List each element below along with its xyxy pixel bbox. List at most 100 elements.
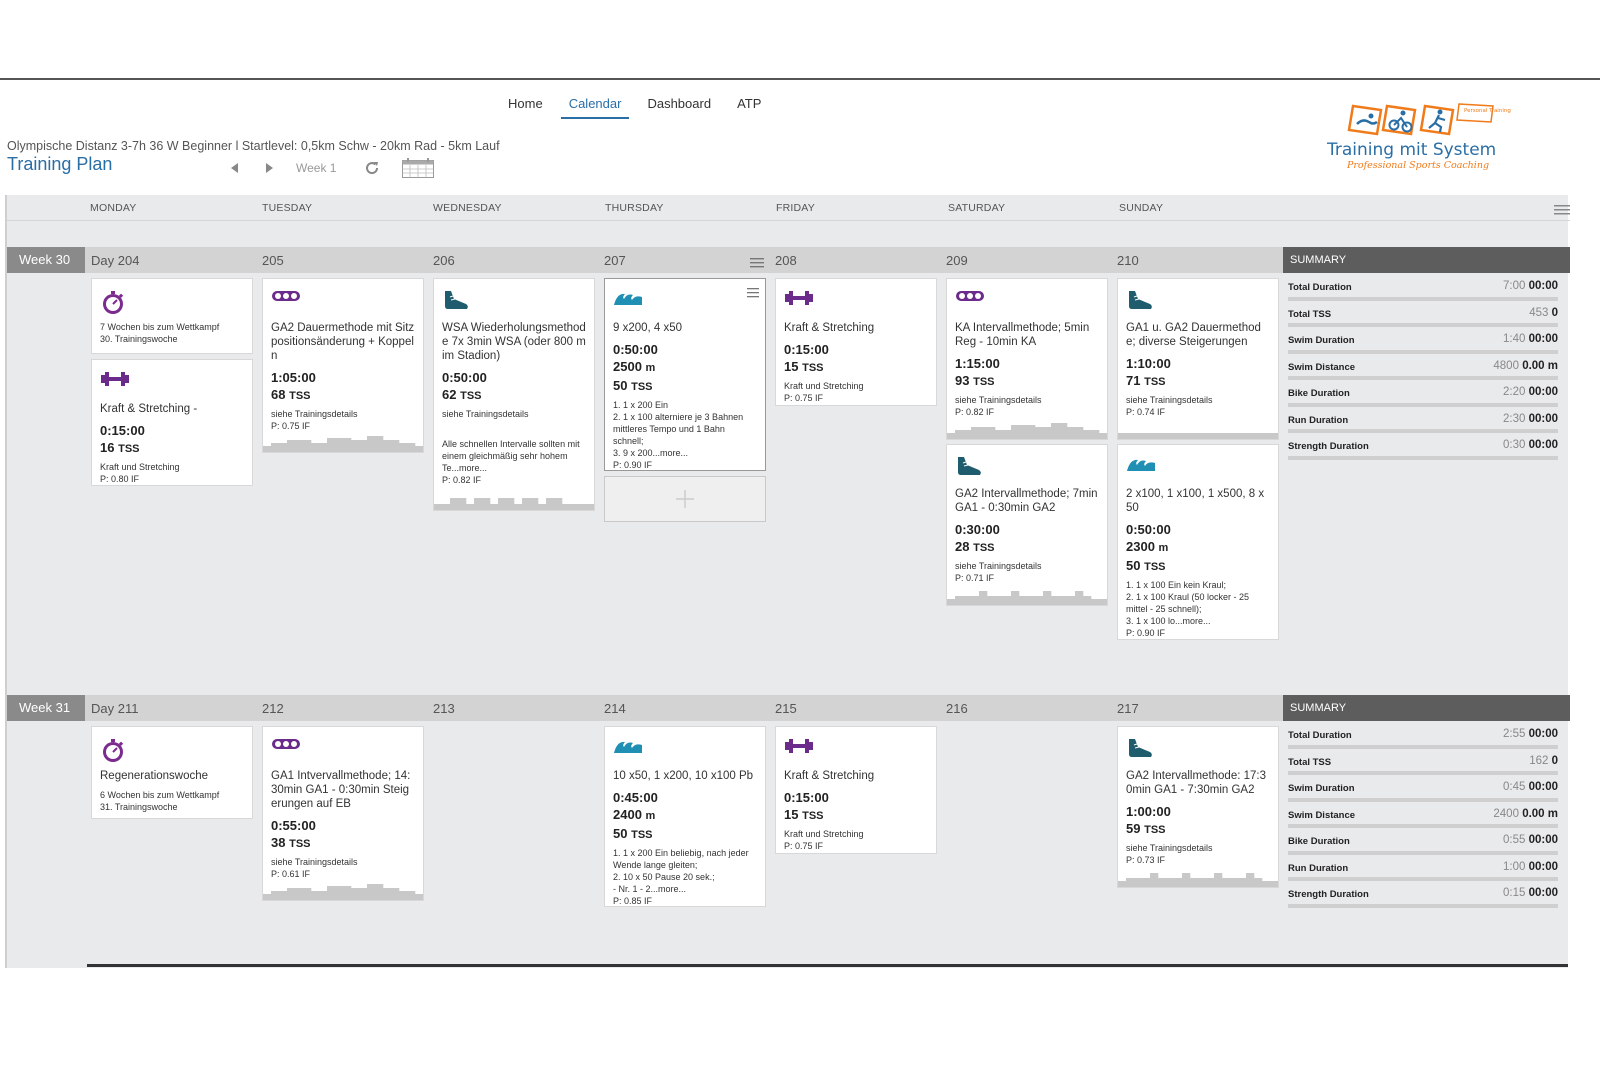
summary-row: Strength Duration 0:15 00:00 (1288, 884, 1558, 911)
profile-segment (947, 599, 956, 605)
profile-segment (963, 430, 972, 439)
profile-segment (343, 886, 352, 900)
workout-duration: 1:15:00 (955, 356, 1000, 371)
workout-card-swim[interactable]: 9 x200, 4 x50 0:50:00 2500 m 50 TSS 1. 1 x 2… (604, 278, 766, 471)
weekday-saturday: SATURDAY (948, 202, 1006, 214)
weekday-header: MONDAY TUESDAY WEDNESDAY THURSDAY FRIDAY… (7, 195, 1570, 221)
profile-segment (458, 498, 467, 510)
nav-home[interactable]: Home (500, 96, 551, 119)
profile-segment (1254, 433, 1263, 439)
summary-actual: 0.00 m (1522, 807, 1558, 820)
calendar-picker-button[interactable] (402, 158, 435, 178)
workout-card-run[interactable]: WSA Wiederholungsmethode 7x 3min WSA (od… (433, 278, 595, 511)
profile-segment (311, 891, 320, 900)
workout-description: siehe Trainingsdetails (271, 857, 358, 867)
nav-atp[interactable]: ATP (729, 96, 769, 119)
summary-row: Run Duration 2:30 00:00 (1288, 410, 1558, 437)
workout-card-run[interactable]: GA2 Intervallmethode: 17:30min GA1 - 7:3… (1117, 726, 1279, 888)
workout-duration: 0:15:00 (784, 790, 829, 805)
workout-card-bike[interactable]: KA Intervallmethode; 5min Reg - 10min KA… (946, 278, 1108, 440)
add-workout-slot[interactable] (604, 476, 766, 522)
hamburger-icon (750, 258, 764, 268)
day-number: 216 (946, 701, 968, 716)
tss-value: 71 (1126, 373, 1141, 388)
header-divider (0, 78, 1600, 80)
tss-unit: TSS (802, 362, 824, 374)
profile-segment (303, 888, 312, 900)
profile-segment (1190, 433, 1199, 439)
stopwatch-icon (100, 289, 130, 314)
profile-segment (1222, 878, 1231, 887)
summary-value: 453 0 (1529, 307, 1558, 319)
logo-graphic: Personal Training Training mit System Pr… (1326, 103, 1511, 171)
profile-segment (1246, 873, 1255, 887)
workout-description: siehe Trainingsdetails (955, 561, 1042, 571)
summary-progress-bar (1288, 877, 1558, 881)
summary-row: Bike Duration 0:55 00:00 (1288, 831, 1558, 858)
dumbbell-icon (100, 370, 130, 392)
workout-title: GA1 Intvervallmethode; 14:30min GA1 - 0:… (271, 770, 411, 810)
summary-actual: 0.00 m (1522, 359, 1558, 372)
summary-value: 2:20 00:00 (1503, 386, 1558, 398)
day-number: 210 (1117, 253, 1139, 268)
workout-card-run[interactable]: GA2 Intervallmethode; 7min GA1 - 0:30min… (946, 444, 1108, 606)
summary-planned: 453 (1529, 306, 1549, 319)
summary-actual: 00:00 (1528, 439, 1558, 451)
profile-segment (995, 430, 1004, 439)
intensity-factor: P: 0.85 IF (613, 896, 653, 906)
bike-chain-icon (271, 737, 301, 759)
card-menu-button[interactable] (747, 285, 759, 298)
summary-planned: 2:30 (1502, 412, 1526, 425)
workout-card-bike[interactable]: GA1 Intvervallmethode; 14:30min GA1 - 0:… (262, 726, 424, 901)
workout-description: siehe Trainingsdetails (1126, 395, 1213, 405)
profile-segment (947, 433, 956, 439)
weekday-tuesday: TUESDAY (262, 202, 313, 214)
workout-card-swim[interactable]: 2 x100, 1 x100, 1 x500, 8 x 50 0:50:00 230… (1117, 444, 1279, 640)
intensity-factor: P: 0.80 IF (100, 474, 140, 484)
summary-planned: 1:40 (1502, 333, 1526, 345)
refresh-button[interactable] (364, 160, 380, 176)
profile-segment (1230, 878, 1239, 887)
summary-planned: 0:15 (1502, 887, 1526, 899)
workout-title: Kraft & Stretching - (100, 403, 198, 415)
profile-segment (522, 498, 531, 510)
profile-segment (1134, 433, 1143, 439)
profile-segment (319, 891, 328, 900)
summary-progress-bar (1288, 903, 1558, 908)
day-number: 212 (262, 701, 284, 716)
workout-tss: 16 TSS (100, 439, 244, 458)
calendar-menu-button[interactable] (1554, 203, 1570, 215)
profile-segment (1043, 427, 1052, 439)
profile-segment (1206, 878, 1215, 887)
caret-left-icon (231, 163, 238, 173)
summary-progress-bar (1288, 349, 1558, 354)
tss-unit: TSS (973, 376, 995, 388)
next-week-button[interactable] (262, 161, 276, 175)
workout-card-run[interactable]: GA1 u. GA2 Dauermethode; diverse Steiger… (1117, 278, 1279, 440)
workout-description: 1. 1 x 100 Ein kein Kraul; 2. 1 x 100 Kr… (1126, 580, 1250, 626)
workout-card-event[interactable]: 7 Wochen bis zum Wettkampf 30. Trainings… (91, 278, 253, 354)
workout-card-strength[interactable]: Kraft & Stretching 0:15:00 15 TSS Kraft und… (775, 278, 937, 406)
workout-card-bike[interactable]: GA2 Dauermethode mit Sitzpositionsänderu… (262, 278, 424, 453)
profile-segment (1190, 878, 1199, 887)
day-menu-button[interactable] (750, 255, 764, 268)
workout-card-event[interactable]: Regenerationswoche 6 Wochen bis zum Wettk… (91, 726, 253, 819)
summary-label: Total TSS (1288, 756, 1332, 768)
profile-segment (415, 446, 423, 452)
summary-progress-bar (1288, 850, 1558, 855)
summary-value: 1:40 00:00 (1503, 333, 1558, 345)
workout-tss: 62 TSS (442, 386, 586, 405)
workout-card-strength[interactable]: Kraft & Stretching -0:15:00 16 TSS Kraft u… (91, 359, 253, 486)
intensity-factor: P: 0.61 IF (271, 869, 311, 879)
workout-duration: 0:50:00 (1126, 522, 1171, 537)
previous-week-button[interactable] (228, 161, 242, 175)
week-bar: Week 31 Day 211 212 213 214 215 216 217 SUMMARY (7, 695, 1570, 721)
nav-calendar[interactable]: Calendar (560, 96, 630, 119)
workout-card-strength[interactable]: Kraft & Stretching 0:15:00 15 TSS Kraft und… (775, 726, 937, 854)
nav-dashboard[interactable]: Dashboard (639, 96, 719, 119)
profile-segment (1075, 591, 1084, 605)
workout-duration: 0:45:00 (613, 790, 658, 805)
tss-unit: TSS (289, 390, 311, 402)
profile-segment (506, 498, 515, 510)
workout-card-swim[interactable]: 10 x50, 1 x200, 10 x100 Pb 0:45:00 2400 m5… (604, 726, 766, 907)
